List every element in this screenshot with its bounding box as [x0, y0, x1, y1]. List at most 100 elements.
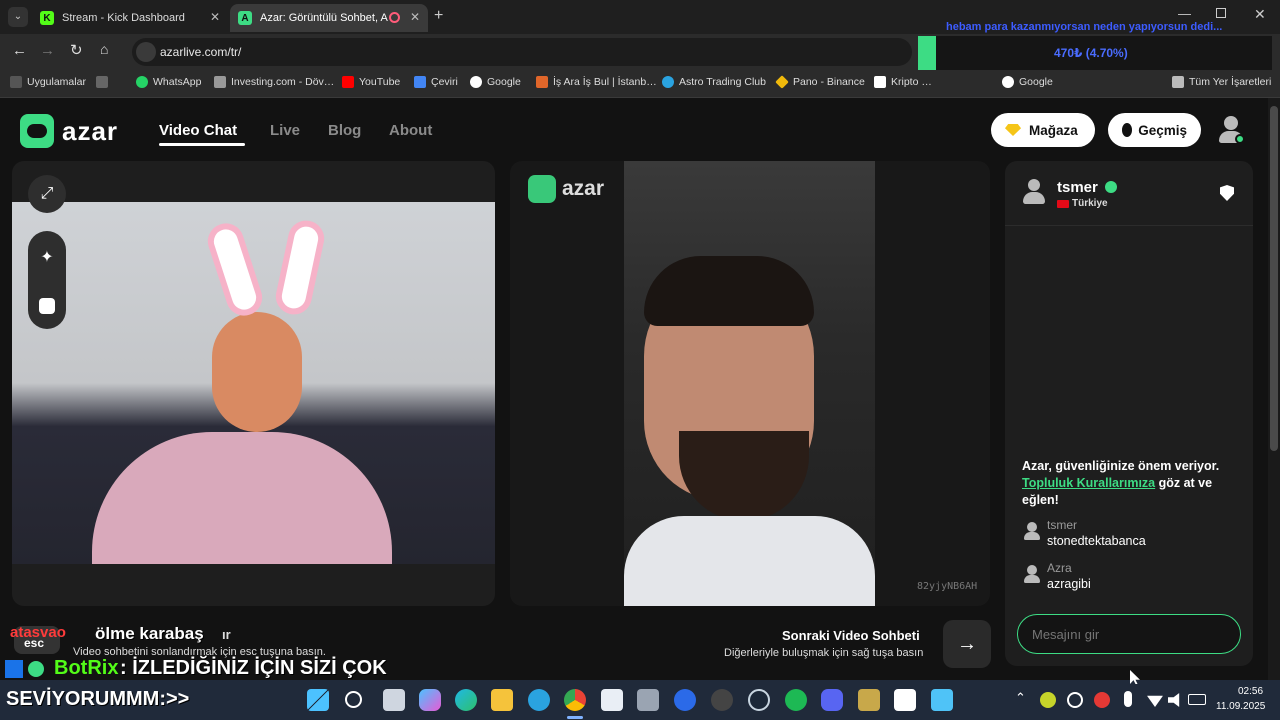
- bookmark-investing[interactable]: Investing.com - Döv…: [214, 76, 334, 88]
- close-tab-icon[interactable]: ✕: [410, 10, 420, 24]
- bookmark-all[interactable]: Tüm Yer İşaretleri: [1172, 76, 1271, 88]
- tray-sync-icon[interactable]: [1067, 692, 1083, 708]
- bookmark-binance[interactable]: Pano - Binance: [775, 75, 865, 89]
- report-shield-icon[interactable]: [1220, 185, 1234, 201]
- game-app-icon[interactable]: [858, 689, 880, 711]
- chat-message-input[interactable]: [1017, 614, 1241, 654]
- nav-about[interactable]: About: [389, 122, 432, 139]
- store-icon[interactable]: [601, 689, 623, 711]
- reload-icon[interactable]: ↻: [70, 41, 83, 59]
- binance-icon: [775, 75, 789, 89]
- search-icon[interactable]: [345, 691, 362, 708]
- app-icon[interactable]: [711, 689, 733, 711]
- bookmark-kripto[interactable]: Kripto …: [874, 76, 932, 88]
- partner-hair: [644, 256, 814, 326]
- telegram-icon[interactable]: [528, 689, 550, 711]
- copilot-icon[interactable]: [419, 689, 441, 711]
- steam-icon[interactable]: [748, 689, 770, 711]
- turkey-flag-icon: [1057, 200, 1069, 208]
- minimize-icon[interactable]: —: [1178, 6, 1191, 21]
- peer-avatar[interactable]: [1023, 179, 1045, 207]
- bookmark-job-search[interactable]: İş Ara İş Bul | İstanb…: [536, 76, 657, 88]
- bookmark-youtube[interactable]: YouTube: [342, 76, 400, 88]
- azar-logo-text: azar: [62, 115, 119, 146]
- site-info-icon[interactable]: [136, 42, 156, 62]
- tray-chevron-icon[interactable]: ⌃: [1015, 690, 1026, 706]
- next-chat-button[interactable]: →: [943, 620, 991, 668]
- peer-name: tsmer: [1057, 179, 1098, 196]
- nav-video-chat[interactable]: Video Chat: [159, 122, 237, 139]
- bookmark-google[interactable]: Google: [470, 76, 521, 88]
- profile-avatar[interactable]: [1218, 116, 1245, 146]
- chat-panel: tsmer Türkiye: [1005, 161, 1253, 666]
- home-icon[interactable]: ⌂: [100, 41, 108, 57]
- close-tab-icon[interactable]: ✕: [210, 10, 220, 24]
- gem-icon: [1005, 124, 1021, 136]
- safety-line-2: göz at ve: [1155, 476, 1213, 490]
- expand-icon[interactable]: ⤢: [28, 175, 66, 213]
- overlay-bot-name: BotRix: [54, 657, 119, 679]
- close-window-icon[interactable]: ✕: [1254, 6, 1266, 23]
- verified-badge-icon: [1105, 181, 1117, 193]
- trading-app-icon[interactable]: [674, 689, 696, 711]
- restore-icon[interactable]: [1216, 8, 1226, 18]
- azar-logo-icon: [20, 114, 54, 148]
- sparkle-effects-icon[interactable]: ✦: [40, 247, 53, 267]
- safety-line-1: Azar, güvenliğinize önem veriyor.: [1022, 459, 1220, 473]
- safety-notice: Azar, güvenliğinize önem veriyor. Toplul…: [1022, 458, 1244, 509]
- google-icon: [1002, 76, 1014, 88]
- page-scrollbar[interactable]: [1268, 98, 1280, 680]
- battery-icon[interactable]: [1188, 694, 1206, 705]
- shop-button[interactable]: Mağaza: [991, 113, 1095, 147]
- forward-icon[interactable]: →: [40, 42, 55, 59]
- overlay-chat-message: ölme karabaş: [95, 624, 204, 643]
- windows-start-icon[interactable]: [307, 689, 329, 711]
- file-explorer-icon[interactable]: [491, 689, 513, 711]
- volume-icon[interactable]: [1168, 693, 1180, 707]
- recording-icon: [389, 12, 400, 23]
- discord-icon[interactable]: [821, 689, 843, 711]
- tab-list-button[interactable]: ⌄: [8, 7, 28, 27]
- edge-icon[interactable]: [455, 689, 477, 711]
- notepad-icon[interactable]: [931, 689, 953, 711]
- back-icon[interactable]: ←: [12, 42, 27, 59]
- online-dot-icon: [1235, 134, 1245, 144]
- tab-azar[interactable]: A Azar: Görüntülü Sohbet, Ar… ✕: [230, 4, 428, 32]
- scrollbar-thumb[interactable]: [1270, 106, 1278, 451]
- wifi-icon[interactable]: [1147, 695, 1163, 707]
- bookmark-astro-trading[interactable]: Astro Trading Club: [662, 76, 766, 88]
- face-sticker-icon[interactable]: [39, 297, 55, 314]
- user-icon: [1027, 522, 1037, 532]
- chrome-icon[interactable]: [564, 689, 586, 711]
- tray-red-app-icon[interactable]: [1094, 692, 1110, 708]
- new-tab-icon[interactable]: +: [434, 7, 443, 25]
- bookmark-translate[interactable]: Çeviri: [414, 76, 458, 88]
- partner-shirt: [624, 516, 875, 606]
- microphone-icon[interactable]: [1124, 691, 1132, 707]
- nav-blog[interactable]: Blog: [328, 122, 361, 139]
- clock-date[interactable]: 11.09.2025: [1216, 701, 1265, 712]
- nav-live[interactable]: Live: [270, 122, 300, 139]
- user-icon: [1027, 565, 1037, 575]
- spotify-icon[interactable]: [785, 689, 807, 711]
- browser-tab-bar: ⌄ K Stream - Kick Dashboard ✕ A Azar: Gö…: [0, 0, 1280, 34]
- clock-icon: [1122, 123, 1133, 137]
- bookmark-google-2[interactable]: Google: [1002, 76, 1053, 88]
- tab-kick-dashboard[interactable]: K Stream - Kick Dashboard ✕: [32, 4, 228, 32]
- bookmark-whatsapp[interactable]: WhatsApp: [136, 76, 201, 88]
- azar-page: azar Video Chat Live Blog About Mağaza G…: [0, 98, 1280, 680]
- clock-time[interactable]: 02:56: [1238, 686, 1263, 697]
- bookmark-apps[interactable]: Uygulamalar: [10, 76, 86, 88]
- community-rules-link[interactable]: Topluluk Kurallarımıza: [1022, 476, 1155, 490]
- capcut-icon[interactable]: [894, 689, 916, 711]
- overlay-chat-suffix: ır: [222, 627, 231, 642]
- tray-app-icon[interactable]: [1040, 692, 1056, 708]
- calculator-icon[interactable]: [637, 689, 659, 711]
- url-field[interactable]: azarlive.com/tr/: [132, 38, 912, 66]
- bookmark-grid[interactable]: [96, 76, 113, 88]
- azar-logo[interactable]: azar: [20, 114, 118, 148]
- bunny-ears-filter-icon: [203, 218, 267, 321]
- task-view-icon[interactable]: [383, 689, 405, 711]
- history-button[interactable]: Geçmiş: [1108, 113, 1201, 147]
- chrome-active-indicator: [567, 716, 583, 719]
